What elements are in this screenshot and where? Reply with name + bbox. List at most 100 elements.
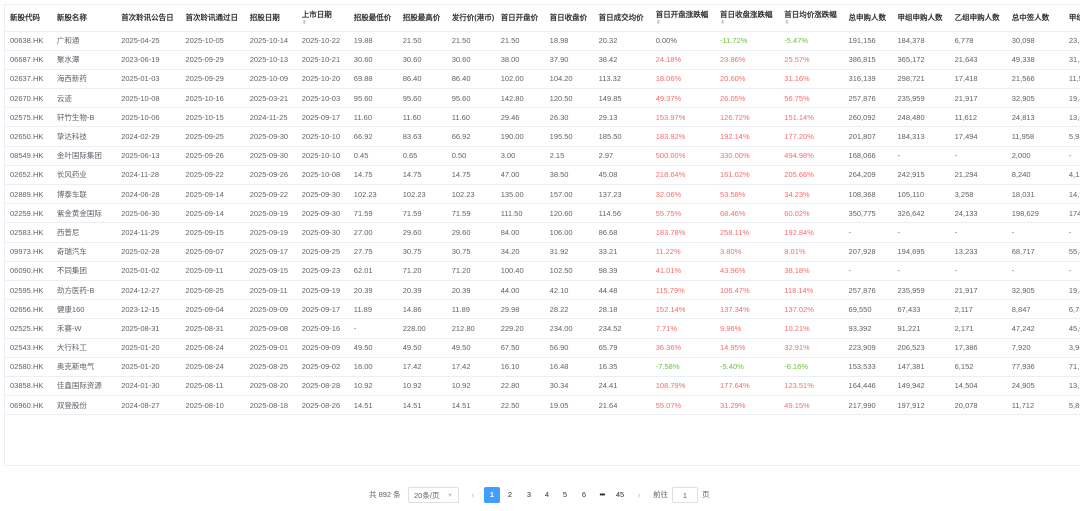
table-cell: 71,7 <box>1063 357 1080 377</box>
table-row[interactable]: 02543.HK 大行科工 2025-01-20 2025-08-24 2025-09-… <box>5 338 1080 358</box>
table-row[interactable]: 06960.HK 双登股份 2024-08-27 2025-08-10 2025-08-… <box>5 395 1080 416</box>
table-cell: 21,643 <box>949 50 1007 70</box>
table-cell: 7,920 <box>1006 338 1064 358</box>
column-header: 首日开盘价 <box>495 5 545 32</box>
column-header[interactable]: 上市日期 ⬍ <box>296 5 349 32</box>
table-cell: 91,221 <box>892 318 950 339</box>
table-cell: 102.23 <box>446 184 496 205</box>
table-cell: 183.92% <box>650 126 716 147</box>
table-cell: 69,550 <box>843 299 893 320</box>
table-cell: 84.00 <box>495 222 545 243</box>
table-cell: 235,959 <box>892 280 950 301</box>
table-cell: 2025-09-29 <box>180 69 245 90</box>
table-cell: 65.79 <box>593 338 651 358</box>
table-cell: 242,915 <box>892 165 950 186</box>
page-size-select[interactable]: 20条/页 ▼ <box>408 487 459 503</box>
table-cell: 49.15% <box>779 395 844 416</box>
table-cell: 24,813 <box>1006 107 1064 128</box>
table-row[interactable]: 02670.HK 云迹 2025-10-08 2025-10-16 2025-03-21… <box>5 88 1080 109</box>
table-row[interactable]: 02595.HK 劲方医药-B 2024-12-27 2025-08-25 2025-0… <box>5 280 1080 301</box>
sort-caret-icon[interactable]: ⬍ <box>784 20 843 26</box>
table-cell: - <box>949 146 1007 166</box>
column-header[interactable]: 首日均价涨跌幅 ⬍ <box>779 5 844 32</box>
table-row[interactable]: 03858.HK 佳鑫国际资源 2024-01-30 2025-08-11 2025-0… <box>5 376 1080 397</box>
table-row[interactable]: 02583.HK 西普尼 2024-11-29 2025-09-15 2025-09-1… <box>5 222 1080 243</box>
table-cell: 24.41 <box>593 376 651 397</box>
table-cell: 2025-10-15 <box>180 107 245 128</box>
table-row[interactable]: 06090.HK 不同集团 2025-01-02 2025-09-11 2025-09-… <box>5 261 1080 281</box>
pagination: 共 892 条 20条/页 ▼ ‹ 1 2 3 4 5 6 ••• 45 › 前… <box>0 487 1080 503</box>
table-cell: 06687.HK <box>5 50 52 70</box>
table-row[interactable]: 02259.HK 紫金黄金国际 2025-06-30 2025-09-14 2025-0… <box>5 203 1080 224</box>
table-cell: 金叶国际集团 <box>51 146 117 166</box>
column-header[interactable]: 首日收盘涨跌幅 ⬍ <box>715 5 780 32</box>
chevron-right-icon[interactable]: › <box>633 487 645 503</box>
table-cell: 2025-10-08 <box>296 165 349 186</box>
table-row[interactable]: 02580.HK 奥克斯电气 2025-01-20 2025-08-24 2025-08… <box>5 357 1080 377</box>
table-cell: 21.50 <box>495 31 545 51</box>
table-cell: - <box>1006 222 1064 243</box>
table-row[interactable]: 02652.HK 长风药业 2024-11-28 2025-09-22 2025-09-… <box>5 165 1080 186</box>
table-cell: 16.35 <box>593 357 651 377</box>
table-cell: 3,96 <box>1063 338 1080 358</box>
table-row[interactable]: 02637.HK 海西新药 2025-01-03 2025-09-29 2025-10-… <box>5 69 1080 90</box>
goto-suffix: 页 <box>702 490 710 499</box>
table-cell: 2024-11-25 <box>244 107 297 128</box>
table-row[interactable]: 09973.HK 奇瑞汽车 2025-02-28 2025-09-07 2025-09-… <box>5 242 1080 262</box>
page-button-4[interactable]: 4 <box>539 487 555 503</box>
table-body: 00638.HK 广和通 2025-04-25 2025-10-05 2025-10-1… <box>5 31 1080 416</box>
table-cell: 海西新药 <box>51 69 117 90</box>
table-cell: 153.97% <box>650 107 716 128</box>
table-cell: - <box>843 261 893 281</box>
table-cell: 30,098 <box>1006 31 1064 51</box>
page-button-3[interactable]: 3 <box>521 487 537 503</box>
table-cell: 2025-08-20 <box>244 376 297 397</box>
table-cell: 10.92 <box>348 376 398 397</box>
table-row[interactable]: 02525.HK 禾赛-W 2025-08-31 2025-08-31 2025-09-… <box>5 318 1080 339</box>
column-header[interactable]: 首日开盘涨跌幅 ⬍ <box>650 5 716 32</box>
sort-caret-icon[interactable]: ⬍ <box>720 20 779 26</box>
table-cell: 2025-09-26 <box>180 146 245 166</box>
table-cell: 71.20 <box>446 261 496 281</box>
table-cell: 2025-10-06 <box>116 107 181 128</box>
table-cell: 32.06% <box>650 184 716 205</box>
table-cell: 挚达科技 <box>51 126 117 147</box>
chevron-left-icon[interactable]: ‹ <box>467 487 479 503</box>
ipo-table: 新股代码 新股名称 首次聆讯公告日 首次聆讯通过日 招股日期 上市日期 ⬍ 招股最低价 招股最高… <box>5 5 1080 416</box>
table-row[interactable]: 08549.HK 金叶国际集团 2025-06-13 2025-09-26 2025-0… <box>5 146 1080 166</box>
table-row[interactable]: 02656.HK 健康160 2023-12-15 2025-09-04 2025-09… <box>5 299 1080 320</box>
table-row[interactable]: 00638.HK 广和通 2025-04-25 2025-10-05 2025-10-1… <box>5 31 1080 51</box>
table-row[interactable]: 06687.HK 聚水潭 2023-06-19 2025-09-29 2025-10-1… <box>5 50 1080 70</box>
table-cell: 大行科工 <box>51 338 117 358</box>
table-row[interactable]: 02575.HK 轩竹生物-B 2025-10-06 2025-10-15 2024-1… <box>5 107 1080 128</box>
sort-caret-icon[interactable]: ⬍ <box>656 20 715 26</box>
table-cell: 149,942 <box>892 376 950 397</box>
more-pages-ellipsis[interactable]: ••• <box>595 487 609 503</box>
table-cell: 11,612 <box>949 107 1007 128</box>
column-header-label: 首次聆讯公告日 <box>121 12 174 22</box>
table-row[interactable]: 02650.HK 挚达科技 2024-02-29 2025-09-25 2025-09-… <box>5 126 1080 147</box>
table-cell: 2025-09-04 <box>180 299 245 320</box>
page-button-last[interactable]: 45 <box>612 487 628 503</box>
table-cell: 108.79% <box>650 376 716 397</box>
table-cell: 32,905 <box>1006 88 1064 109</box>
column-header: 发行价(港币) <box>446 5 496 32</box>
table-cell: 137.23 <box>593 184 651 205</box>
table-cell: 11.22% <box>650 242 716 262</box>
table-cell: 0.00% <box>650 31 716 51</box>
table-cell: 95.60 <box>348 88 398 109</box>
table-cell: 2025-02-28 <box>116 242 181 262</box>
goto-page-input[interactable]: 1 <box>672 487 698 503</box>
page-button-6[interactable]: 6 <box>576 487 592 503</box>
page-button-1[interactable]: 1 <box>484 487 500 503</box>
table-cell: 212.80 <box>446 318 496 339</box>
table-row[interactable]: 02889.HK 博泰车联 2024-06-28 2025-09-14 2025-09-… <box>5 184 1080 205</box>
table-cell: 2025-10-10 <box>296 126 349 147</box>
page-button-5[interactable]: 5 <box>557 487 573 503</box>
table-cell: 21,917 <box>949 280 1007 301</box>
table-cell: 2025-09-19 <box>244 203 297 224</box>
table-cell: 26.05% <box>715 88 780 109</box>
table-cell: 06960.HK <box>5 395 52 416</box>
page-button-2[interactable]: 2 <box>502 487 518 503</box>
sort-caret-icon[interactable]: ⬍ <box>302 20 349 26</box>
